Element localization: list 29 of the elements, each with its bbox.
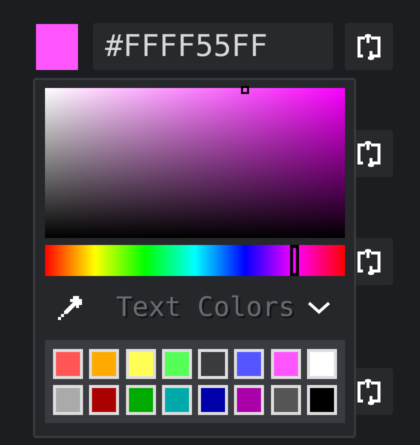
reset-icon: [356, 32, 382, 60]
palette-swatch[interactable]: [53, 385, 83, 415]
palette-swatch[interactable]: [270, 385, 300, 415]
palette-swatch[interactable]: [53, 349, 83, 379]
reset-button[interactable]: [345, 23, 393, 70]
palette-swatch[interactable]: [270, 349, 300, 379]
hex-field[interactable]: #FFFF55FF: [93, 23, 333, 70]
reset-icon: [356, 378, 382, 406]
palette-swatch[interactable]: [126, 349, 156, 379]
reset-icon: [356, 248, 382, 276]
palette-swatch[interactable]: [89, 349, 120, 379]
eyedropper-icon[interactable]: [58, 296, 82, 320]
color-marker[interactable]: [241, 86, 249, 94]
chevron-down-icon: [306, 301, 331, 315]
palette-swatch[interactable]: [89, 385, 120, 415]
palette-swatch[interactable]: [198, 349, 228, 379]
color-swatch[interactable]: [36, 24, 78, 70]
hue-handle[interactable]: [290, 245, 299, 276]
palette-swatch[interactable]: [234, 349, 264, 379]
palette-swatch[interactable]: [234, 385, 264, 415]
palette-swatch[interactable]: [306, 385, 337, 415]
palette-swatch[interactable]: [126, 385, 156, 415]
palette-swatch[interactable]: [306, 349, 337, 379]
reset-icon: [356, 140, 382, 168]
palette-swatch[interactable]: [162, 349, 192, 379]
palette-swatch[interactable]: [198, 385, 228, 415]
saturation-value-area[interactable]: [45, 88, 345, 238]
palette-swatch[interactable]: [162, 385, 192, 415]
hue-slider[interactable]: [45, 245, 345, 276]
